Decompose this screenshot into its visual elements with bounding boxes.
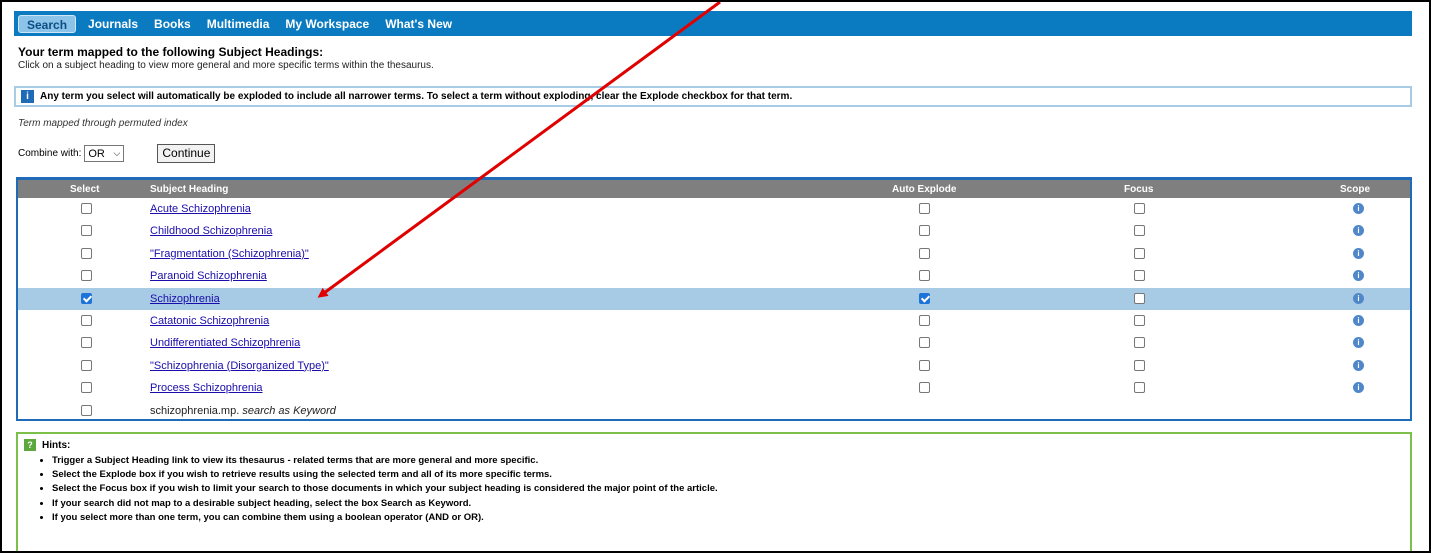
select-checkbox[interactable] [81, 382, 92, 394]
select-checkbox[interactable] [81, 247, 92, 259]
auto-explode-checkbox[interactable] [919, 270, 930, 282]
subject-heading-link[interactable]: Schizophrenia [150, 293, 220, 305]
top-navbar: Search Journals Books Multimedia My Work… [14, 11, 1412, 36]
page-header: Your term mapped to the following Subjec… [18, 45, 1412, 71]
table-row: Undifferentiated Schizophrenia i [18, 332, 1410, 354]
table-row: "Schizophrenia (Disorganized Type)" i [18, 355, 1410, 377]
select-checkbox[interactable] [81, 292, 92, 304]
scope-info-icon[interactable]: i [1353, 359, 1364, 371]
keyword-suffix: search as Keyword [242, 404, 336, 417]
hint-item: Select the Focus box if you wish to limi… [52, 482, 1410, 496]
hint-item: Select the Explode box if you wish to re… [52, 468, 1410, 482]
select-checkbox[interactable] [81, 270, 92, 282]
auto-explode-checkbox[interactable] [919, 337, 930, 349]
auto-explode-checkbox[interactable] [919, 382, 930, 394]
focus-checkbox[interactable] [1134, 382, 1145, 394]
focus-checkbox[interactable] [1134, 292, 1145, 304]
select-checkbox[interactable] [81, 225, 92, 237]
focus-checkbox[interactable] [1134, 270, 1145, 282]
info-text: Any term you select will automatically b… [40, 91, 793, 102]
explode-info-banner: i Any term you select will automatically… [14, 86, 1412, 107]
table-row: Catatonic Schizophrenia i [18, 310, 1410, 332]
nav-books[interactable]: Books [146, 15, 199, 33]
nav-journals[interactable]: Journals [80, 15, 146, 33]
continue-button[interactable]: Continue [157, 144, 216, 163]
hints-title: Hints: [42, 439, 71, 451]
subject-heading-table: Select Subject Heading Auto Explode Focu… [16, 177, 1412, 421]
header-subject-heading: Subject Heading [150, 183, 229, 195]
auto-explode-checkbox[interactable] [919, 314, 930, 326]
auto-explode-checkbox[interactable] [919, 247, 930, 259]
hint-item: If your search did not map to a desirabl… [52, 497, 1410, 511]
select-checkbox[interactable] [81, 337, 92, 349]
subject-heading-link[interactable]: Catatonic Schizophrenia [150, 315, 269, 327]
table-row: Childhood Schizophrenia i [18, 220, 1410, 242]
focus-checkbox[interactable] [1134, 203, 1145, 214]
focus-checkbox[interactable] [1134, 225, 1145, 237]
table-header: Select Subject Heading Auto Explode Focu… [18, 180, 1410, 198]
subject-heading-link[interactable]: Process Schizophrenia [150, 382, 263, 394]
scope-info-icon[interactable]: i [1353, 203, 1364, 214]
hints-list: Trigger a Subject Heading link to view i… [24, 454, 1410, 525]
select-checkbox[interactable] [81, 203, 92, 214]
hint-item: If you select more than one term, you ca… [52, 511, 1410, 525]
table-row: Acute Schizophrenia i [18, 198, 1410, 220]
header-focus: Focus [1124, 183, 1154, 195]
focus-checkbox[interactable] [1134, 337, 1145, 349]
question-icon: ? [24, 439, 36, 451]
table-body: Acute Schizophrenia i Childhood Schizophre… [18, 198, 1410, 422]
subject-heading-link[interactable]: "Schizophrenia (Disorganized Type)" [150, 360, 329, 372]
subject-heading-link[interactable]: Acute Schizophrenia [150, 203, 251, 215]
keyword-term-text: schizophrenia.mp. [150, 404, 240, 417]
table-row: Paranoid Schizophrenia i [18, 265, 1410, 287]
permuted-index-note: Term mapped through permuted index [18, 118, 188, 129]
nav-whats-new[interactable]: What's New [377, 15, 460, 33]
subject-heading-link[interactable]: Childhood Schizophrenia [150, 225, 272, 237]
nav-multimedia[interactable]: Multimedia [199, 15, 278, 33]
keyword-term: schizophrenia.mp. search as Keyword [150, 405, 336, 417]
hints-panel: ? Hints: Trigger a Subject Heading link … [16, 432, 1412, 553]
table-row: Process Schizophrenia i [18, 377, 1410, 399]
scope-info-icon[interactable]: i [1353, 382, 1364, 394]
chevron-down-icon: ⌵ [113, 148, 121, 158]
combine-controls: Combine with: OR ⌵ Continue [18, 144, 216, 163]
subject-heading-link[interactable]: "Fragmentation (Schizophrenia)" [150, 248, 309, 260]
focus-checkbox[interactable] [1134, 314, 1145, 326]
page-subtitle: Click on a subject heading to view more … [18, 60, 434, 71]
hints-heading: ? Hints: [24, 439, 1410, 451]
nav-my-workspace[interactable]: My Workspace [277, 15, 377, 33]
header-scope: Scope [1340, 183, 1371, 195]
scope-info-icon[interactable]: i [1353, 292, 1364, 304]
scope-info-icon[interactable]: i [1353, 225, 1364, 237]
select-checkbox[interactable] [81, 359, 92, 371]
combine-selected-value: OR [88, 147, 105, 160]
scope-info-icon[interactable]: i [1353, 314, 1364, 326]
auto-explode-checkbox[interactable] [919, 203, 930, 214]
nav-search[interactable]: Search [18, 14, 77, 33]
auto-explode-checkbox[interactable] [919, 225, 930, 237]
scope-info-icon[interactable]: i [1353, 270, 1364, 282]
combine-label: Combine with: [18, 148, 82, 159]
page-title: Your term mapped to the following Subjec… [18, 45, 324, 59]
keyword-select-checkbox[interactable] [81, 404, 92, 416]
focus-checkbox[interactable] [1134, 359, 1145, 371]
select-checkbox[interactable] [81, 314, 92, 326]
table-row: "Fragmentation (Schizophrenia)" i [18, 243, 1410, 265]
info-icon: i [21, 90, 34, 103]
focus-checkbox[interactable] [1134, 247, 1145, 259]
auto-explode-checkbox[interactable] [919, 359, 930, 371]
table-row: Schizophrenia i [18, 287, 1410, 310]
header-auto-explode: Auto Explode [892, 183, 957, 195]
scope-info-icon[interactable]: i [1353, 337, 1364, 349]
auto-explode-checkbox[interactable] [919, 292, 930, 304]
header-select: Select [70, 183, 100, 195]
hint-item: Trigger a Subject Heading link to view i… [52, 454, 1410, 468]
combine-operator-select[interactable]: OR ⌵ [84, 145, 125, 162]
keyword-row: schizophrenia.mp. search as Keyword [18, 400, 1410, 422]
subject-heading-link[interactable]: Undifferentiated Schizophrenia [150, 337, 300, 349]
scope-info-icon[interactable]: i [1353, 247, 1364, 259]
subject-heading-link[interactable]: Paranoid Schizophrenia [150, 270, 267, 282]
